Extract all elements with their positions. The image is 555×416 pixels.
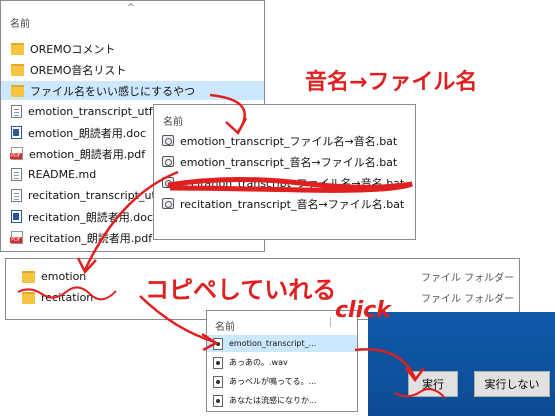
arrow-head-run (405, 367, 425, 383)
arrow-to-bat (209, 93, 246, 133)
annotation-strokes (17, 93, 446, 399)
arrow-to-folder (83, 170, 179, 271)
annotation-click: click (335, 298, 391, 323)
arrow-head-small (201, 332, 219, 352)
annotation-copy: コピペしていれる (145, 276, 337, 304)
strike-scribble (167, 176, 413, 193)
run-squiggle (394, 388, 446, 399)
annotation-top: 音名→ファイル名 (305, 70, 478, 95)
folder-squiggle (17, 286, 117, 301)
arrow-to-run (354, 348, 417, 379)
